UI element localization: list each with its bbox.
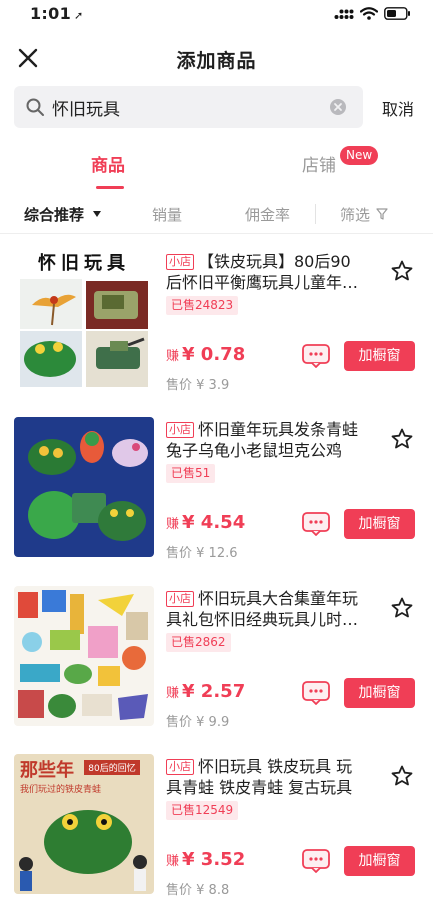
product-title[interactable]: 小店 怀旧童年玩具发条青蛙兔子乌龟小老鼠坦克公鸡 xyxy=(166,419,366,461)
message-icon[interactable] xyxy=(301,848,331,874)
filter-commission-rate[interactable]: 佣金率 xyxy=(245,204,290,225)
product-title-text: 【铁皮玩具】80后90后怀旧平衡鹰玩具儿童年… xyxy=(166,252,359,292)
nav-bar: 添加商品 xyxy=(0,36,433,80)
status-icons xyxy=(334,7,411,20)
product-thumbnail[interactable] xyxy=(14,417,154,557)
price-value: ¥ 3.9 xyxy=(196,378,230,393)
product-thumbnail[interactable] xyxy=(14,586,154,726)
sold-count-badge: 已售24823 xyxy=(166,296,239,315)
sort-label: 综合推荐 xyxy=(24,206,85,224)
filter-divider xyxy=(315,204,316,224)
search-input[interactable]: 怀旧玩具 xyxy=(14,86,363,128)
earn-amount: ¥ 2.57 xyxy=(182,681,246,702)
price-label: 售价 xyxy=(166,378,193,393)
sale-price: 售价 ¥ 8.8 xyxy=(166,879,229,898)
earn-label: 赚 xyxy=(166,854,180,869)
search-query-text: 怀旧玩具 xyxy=(52,100,120,120)
product-card[interactable]: 怀旧玩具 小店 【铁皮玩具】80后90后怀旧平衡鹰玩具儿童年… 已售24823 赚… xyxy=(0,249,433,417)
filter-bar: 综合推荐 销量 佣金率 筛选 xyxy=(0,196,433,234)
price-value: ¥ 8.8 xyxy=(196,883,230,898)
store-tag: 小店 xyxy=(166,254,194,270)
add-to-showcase-button[interactable]: 加橱窗 xyxy=(344,341,415,371)
add-to-showcase-button[interactable]: 加橱窗 xyxy=(344,846,415,876)
thumb-caption: 那些年 xyxy=(20,759,74,781)
price-value: ¥ 9.9 xyxy=(196,715,230,730)
add-to-showcase-button[interactable]: 加橱窗 xyxy=(344,678,415,708)
thumb-subcaption: 我们玩过的铁皮青蛙 xyxy=(20,783,101,795)
product-thumbnail[interactable]: 怀旧玩具 xyxy=(14,249,154,389)
product-title[interactable]: 小店 怀旧玩具 铁皮玩具 玩具青蛙 铁皮青蛙 复古玩具 xyxy=(166,756,366,798)
earn-label: 赚 xyxy=(166,517,180,532)
earn-amount: ¥ 4.54 xyxy=(182,512,246,533)
product-card[interactable]: 那些年 80后的回忆 我们玩过的铁皮青蛙 小店 怀旧玩具 铁皮玩具 玩具青蛙 铁皮… xyxy=(0,754,433,919)
price-label: 售价 xyxy=(166,546,193,561)
star-icon[interactable] xyxy=(390,764,414,788)
sold-count-badge: 已售2862 xyxy=(166,633,231,652)
wifi-icon xyxy=(360,7,378,20)
price-value: ¥ 12.6 xyxy=(196,546,238,561)
price-label: 售价 xyxy=(166,883,193,898)
filter-screen-button[interactable]: 筛选 xyxy=(340,204,388,225)
sale-price: 售价 ¥ 9.9 xyxy=(166,711,229,730)
cellular-signal-icon xyxy=(334,9,354,19)
sold-count-badge: 已售51 xyxy=(166,464,216,483)
filter-sales[interactable]: 销量 xyxy=(152,204,182,225)
message-icon[interactable] xyxy=(301,343,331,369)
sort-dropdown[interactable]: 综合推荐 xyxy=(24,204,102,225)
star-icon[interactable] xyxy=(390,259,414,283)
thumb-caption: 怀旧玩具 xyxy=(38,253,130,274)
price-label: 售价 xyxy=(166,715,193,730)
product-title-text: 怀旧童年玩具发条青蛙兔子乌龟小老鼠坦克公鸡 xyxy=(166,420,359,460)
filter-screen-label: 筛选 xyxy=(340,206,371,224)
commission-earn: 赚 ¥ 3.52 xyxy=(166,849,245,870)
status-time: 1:01 ➚ xyxy=(30,4,84,23)
sold-count-badge: 已售12549 xyxy=(166,801,239,820)
add-to-showcase-button[interactable]: 加橱窗 xyxy=(344,509,415,539)
earn-label: 赚 xyxy=(166,349,180,364)
tab-active-indicator xyxy=(96,186,124,189)
earn-label: 赚 xyxy=(166,686,180,701)
commission-earn: 赚 ¥ 2.57 xyxy=(166,681,245,702)
product-title[interactable]: 小店 怀旧玩具大合集童年玩具礼包怀旧经典玩具儿时… xyxy=(166,588,366,630)
product-thumbnail[interactable]: 那些年 80后的回忆 我们玩过的铁皮青蛙 xyxy=(14,754,154,894)
new-badge: New xyxy=(340,146,379,165)
store-tag: 小店 xyxy=(166,422,194,438)
commission-earn: 赚 ¥ 4.54 xyxy=(166,512,245,533)
page-title: 添加商品 xyxy=(176,50,257,72)
battery-icon xyxy=(384,7,410,20)
earn-amount: ¥ 0.78 xyxy=(182,344,246,365)
product-title[interactable]: 小店 【铁皮玩具】80后90后怀旧平衡鹰玩具儿童年… xyxy=(166,251,366,293)
funnel-icon xyxy=(376,208,388,220)
location-icon: ➚ xyxy=(74,9,84,22)
tab-shop[interactable]: 店铺 xyxy=(302,151,336,176)
earn-amount: ¥ 3.52 xyxy=(182,849,246,870)
star-icon[interactable] xyxy=(390,596,414,620)
product-card[interactable]: 小店 怀旧童年玩具发条青蛙兔子乌龟小老鼠坦克公鸡 已售51 赚 ¥ 4.54 售价 … xyxy=(0,417,433,585)
status-bar: 1:01 ➚ xyxy=(0,0,433,28)
store-tag: 小店 xyxy=(166,591,194,607)
commission-earn: 赚 ¥ 0.78 xyxy=(166,344,245,365)
store-tag: 小店 xyxy=(166,759,194,775)
tab-goods[interactable]: 商品 xyxy=(91,151,125,176)
thumb-tag: 80后的回忆 xyxy=(88,762,135,774)
sale-price: 售价 ¥ 3.9 xyxy=(166,374,229,393)
message-icon[interactable] xyxy=(301,511,331,537)
star-icon[interactable] xyxy=(390,427,414,451)
product-title-text: 怀旧玩具大合集童年玩具礼包怀旧经典玩具儿时… xyxy=(166,589,359,629)
cancel-button[interactable]: 取消 xyxy=(382,96,414,120)
search-icon xyxy=(26,98,44,116)
caret-down-icon xyxy=(93,211,102,217)
sale-price: 售价 ¥ 12.6 xyxy=(166,542,238,561)
clear-icon[interactable] xyxy=(330,99,346,115)
product-card[interactable]: 小店 怀旧玩具大合集童年玩具礼包怀旧经典玩具儿时… 已售2862 赚 ¥ 2.57 … xyxy=(0,586,433,754)
message-icon[interactable] xyxy=(301,680,331,706)
